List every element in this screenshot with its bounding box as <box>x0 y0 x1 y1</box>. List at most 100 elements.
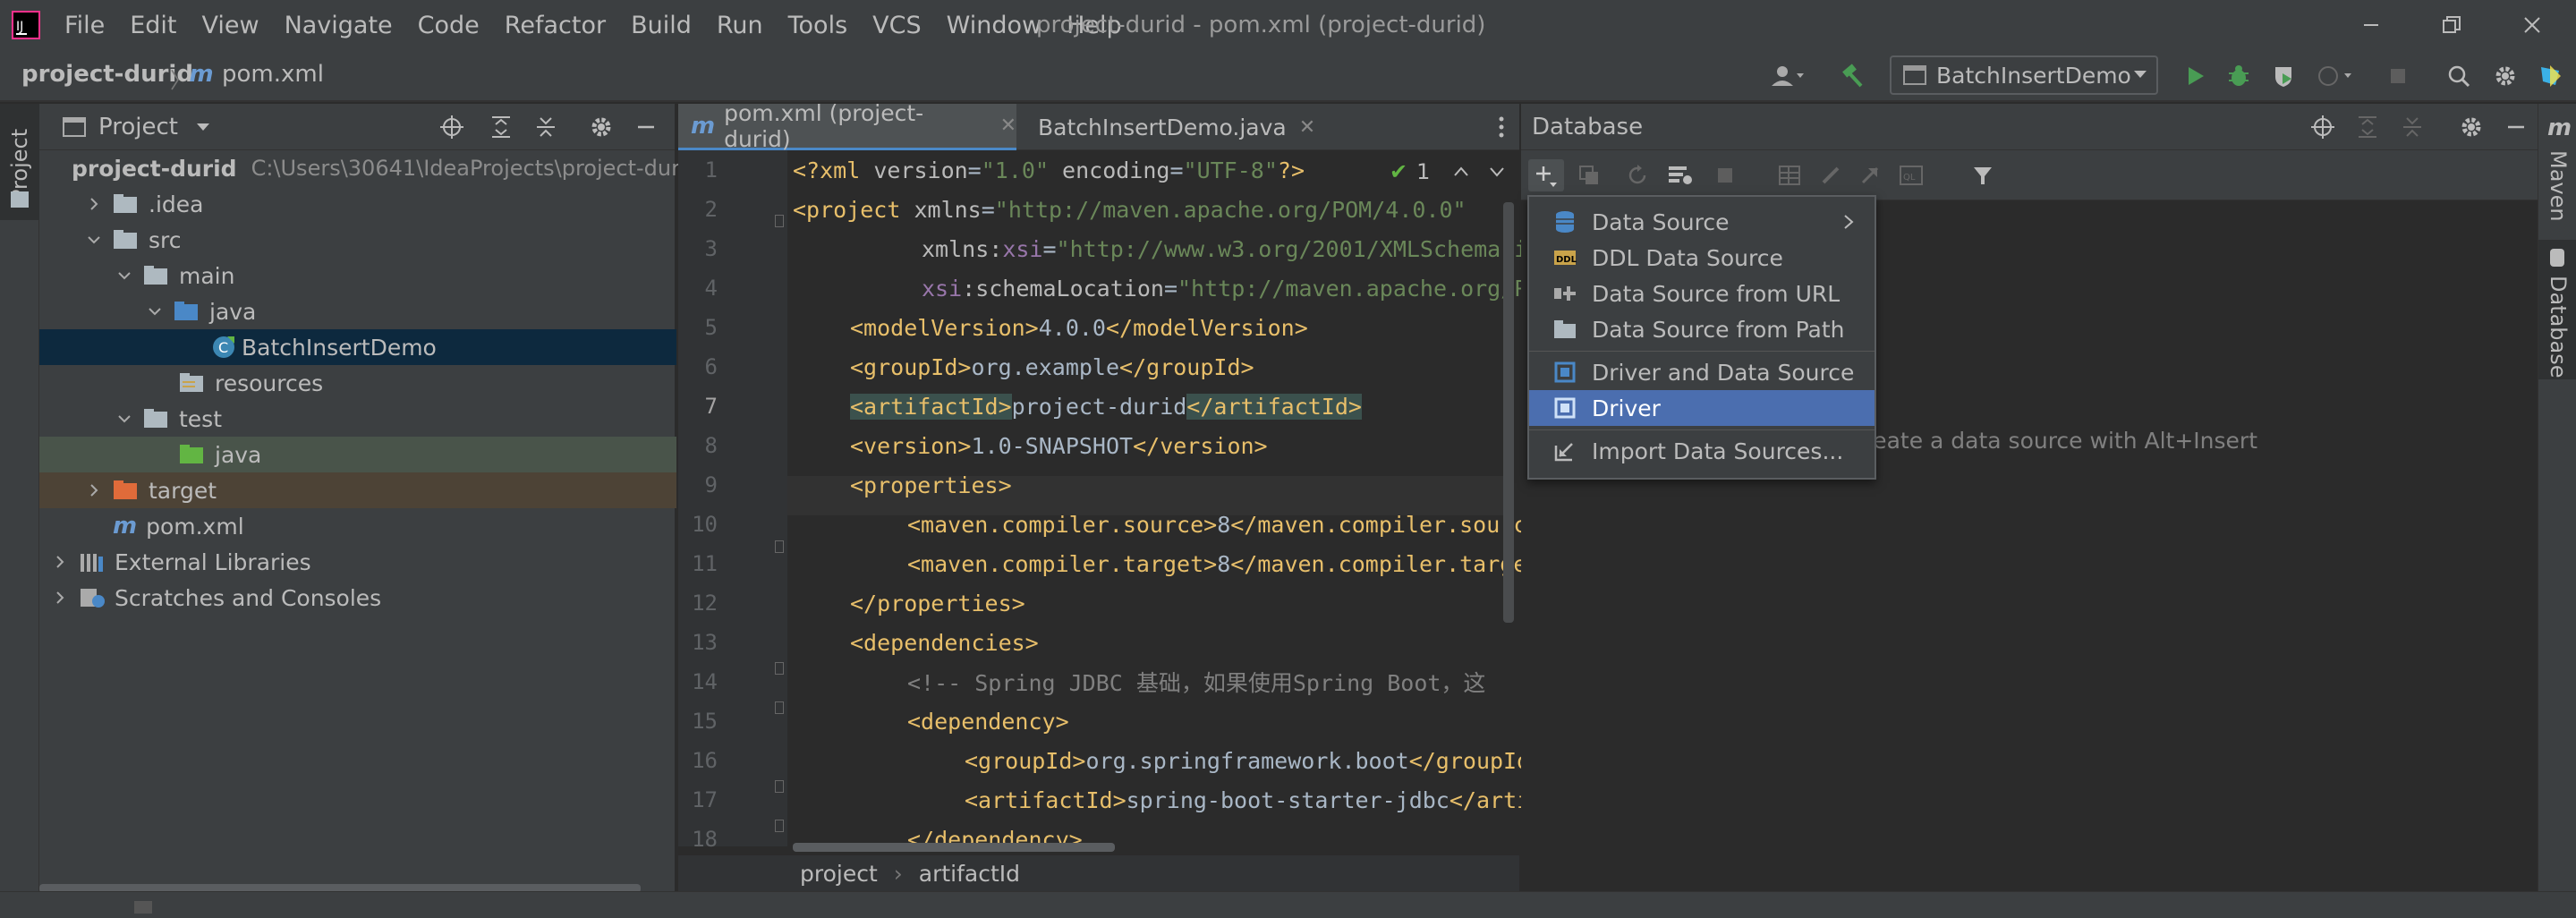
breadcrumb-file[interactable]: pom.xml <box>222 61 324 88</box>
jetbrains-toolbox-icon[interactable] <box>2532 59 2568 93</box>
project-panel-title[interactable]: Project <box>98 114 178 140</box>
breadcrumb-item[interactable]: artifactId <box>919 861 1020 887</box>
console-icon[interactable]: QL <box>1895 159 1927 191</box>
settings-gear-icon[interactable] <box>2489 59 2521 93</box>
popup-item-driver[interactable]: Driver <box>1529 390 1875 426</box>
tree-item-main-java[interactable]: java <box>39 293 676 329</box>
chevron-down-icon[interactable] <box>196 121 210 133</box>
locate-icon[interactable] <box>2308 113 2337 141</box>
maven-tool-tab[interactable]: m Maven <box>2538 115 2576 231</box>
menu-vcs[interactable]: VCS <box>860 0 933 50</box>
editor-vertical-scrollbar[interactable] <box>1503 202 1514 623</box>
code-line-10[interactable]: 10 <maven.compiler.source>8</maven.compi… <box>678 505 1553 544</box>
expand-all-icon[interactable] <box>487 113 515 141</box>
tree-item-external-libraries[interactable]: External Libraries <box>39 544 676 580</box>
stop-icon[interactable] <box>1709 159 1741 191</box>
fold-marker[interactable] <box>775 215 784 227</box>
close-icon[interactable]: ✕ <box>1299 116 1315 139</box>
profiler-icon[interactable] <box>2312 59 2362 93</box>
code-line-5[interactable]: 5 <modelVersion>4.0.0</modelVersion> <box>678 308 1519 347</box>
popup-item-import-data-sources[interactable]: Import Data Sources... <box>1529 433 1875 469</box>
stop-icon[interactable] <box>2382 59 2414 93</box>
menu-file[interactable]: File <box>52 0 117 50</box>
code-line-12[interactable]: 12 </properties> <box>678 583 1519 623</box>
close-icon[interactable]: ✕ <box>1000 115 1016 137</box>
run-icon[interactable] <box>2180 59 2212 93</box>
tab-pom-xml[interactable]: m pom.xml (project-durid) ✕ <box>678 100 1016 152</box>
popup-item-data-source-path[interactable]: Data Source from Path <box>1529 311 1875 347</box>
code-line-4[interactable]: 4 xsi:schemaLocation="http://maven.apach… <box>678 268 1649 308</box>
popup-item-driver-and-data-source[interactable]: Driver and Data Source <box>1529 354 1875 390</box>
restore-button[interactable] <box>2416 0 2487 50</box>
hide-panel-icon[interactable] <box>2502 113 2530 141</box>
popup-item-ddl-data-source[interactable]: DDL DDL Data Source <box>1529 240 1875 276</box>
user-icon[interactable] <box>1763 59 1813 93</box>
code-line-6[interactable]: 6 <groupId>org.example</groupId> <box>678 347 1519 387</box>
refresh-icon[interactable] <box>1621 159 1654 191</box>
more-vertical-icon[interactable] <box>1488 111 1515 143</box>
tree-item-project-root[interactable]: project-durid C:\Users\30641\IdeaProject… <box>39 150 700 186</box>
table-icon[interactable] <box>1773 159 1806 191</box>
tree-item-batchinsertdemo[interactable]: C BatchInsertDemo <box>39 329 676 365</box>
code-line-16[interactable]: 16 <groupId>org.springframework.boot</gr… <box>678 741 1543 780</box>
database-tool-tab[interactable]: Database <box>2538 240 2576 379</box>
tree-item-idea[interactable]: .idea <box>39 186 676 222</box>
add-icon[interactable] <box>1528 159 1564 191</box>
tree-item-pom[interactable]: m pom.xml <box>39 508 676 544</box>
code-line-8[interactable]: 8 <version>1.0-SNAPSHOT</version> <box>678 426 1519 465</box>
schema-settings-icon[interactable] <box>1662 159 1698 191</box>
collapse-all-icon[interactable] <box>531 113 560 141</box>
code-line-18[interactable]: 18 </dependency> <box>678 820 1519 859</box>
close-window-button[interactable] <box>2496 0 2568 50</box>
menu-build[interactable]: Build <box>618 0 704 50</box>
duplicate-icon[interactable] <box>1573 159 1605 191</box>
coverage-icon[interactable] <box>2267 59 2300 93</box>
menu-refactor[interactable]: Refactor <box>492 0 618 50</box>
fold-marker[interactable] <box>775 820 784 832</box>
run-config-select[interactable]: BatchInsertDemo <box>1890 55 2158 95</box>
gear-icon[interactable] <box>2457 113 2486 141</box>
tab-batchinsertdemo[interactable]: C BatchInsertDemo.java ✕ <box>1018 104 1315 150</box>
tree-item-scratches[interactable]: Scratches and Consoles <box>39 580 676 616</box>
collapse-all-icon[interactable] <box>2398 113 2427 141</box>
tree-item-main[interactable]: main <box>39 258 676 293</box>
fold-marker[interactable] <box>775 701 784 714</box>
tree-item-src[interactable]: src <box>39 222 676 258</box>
gear-icon[interactable] <box>587 113 616 141</box>
code-line-17[interactable]: 17 <artifactId>spring-boot-starter-jdbc<… <box>678 780 1624 820</box>
menu-edit[interactable]: Edit <box>117 0 189 50</box>
menu-tools[interactable]: Tools <box>776 0 861 50</box>
breadcrumb-item[interactable]: project <box>800 861 878 887</box>
tree-item-target[interactable]: target <box>39 472 676 508</box>
fold-marker[interactable] <box>775 662 784 675</box>
edit-icon[interactable] <box>1815 159 1847 191</box>
fold-marker[interactable] <box>775 780 784 793</box>
code-line-1[interactable]: 1 <?xml version="1.0" encoding="UTF-8"?> <box>678 150 1519 190</box>
code-line-3[interactable]: 3 xmlns:xsi="http://www.w3.org/2001/XMLS… <box>678 229 1636 268</box>
code-line-11[interactable]: 11 <maven.compiler.target>8</maven.compi… <box>678 544 1553 583</box>
tree-item-test-java[interactable]: java <box>39 437 676 472</box>
breadcrumb-project[interactable]: project-durid <box>21 61 193 88</box>
code-line-2[interactable]: 2 <project xmlns="http://maven.apache.or… <box>678 190 1519 229</box>
debug-icon[interactable] <box>2223 59 2255 93</box>
popup-item-data-source[interactable]: Data Source <box>1529 204 1875 240</box>
fold-marker[interactable] <box>775 540 784 553</box>
intellij-logo-icon[interactable]: IJ <box>0 0 52 50</box>
code-line-15[interactable]: 15 <dependency> <box>678 701 1519 741</box>
popup-item-data-source-url[interactable]: Data Source from URL <box>1529 276 1875 311</box>
search-icon[interactable] <box>2443 59 2475 93</box>
hide-panel-icon[interactable] <box>632 113 660 141</box>
menu-navigate[interactable]: Navigate <box>272 0 405 50</box>
tree-item-test[interactable]: test <box>39 401 676 437</box>
code-line-9[interactable]: 9 <properties> <box>678 465 1519 505</box>
locate-icon[interactable] <box>438 113 466 141</box>
expand-all-icon[interactable] <box>2353 113 2382 141</box>
menu-run[interactable]: Run <box>704 0 776 50</box>
editor-horizontal-scrollbar[interactable] <box>793 843 1115 852</box>
tree-item-resources[interactable]: resources <box>39 365 676 401</box>
code-line-14[interactable]: 14 <!-- Spring JDBC 基础，如果使用Spring Boot，这 <box>678 662 1519 701</box>
code-line-13[interactable]: 13 <dependencies> <box>678 623 1519 662</box>
build-hammer-icon[interactable] <box>1834 59 1870 93</box>
menu-code[interactable]: Code <box>405 0 492 50</box>
code-line-7[interactable]: 7 <artifactId>project-durid</artifactId> <box>678 387 1519 426</box>
